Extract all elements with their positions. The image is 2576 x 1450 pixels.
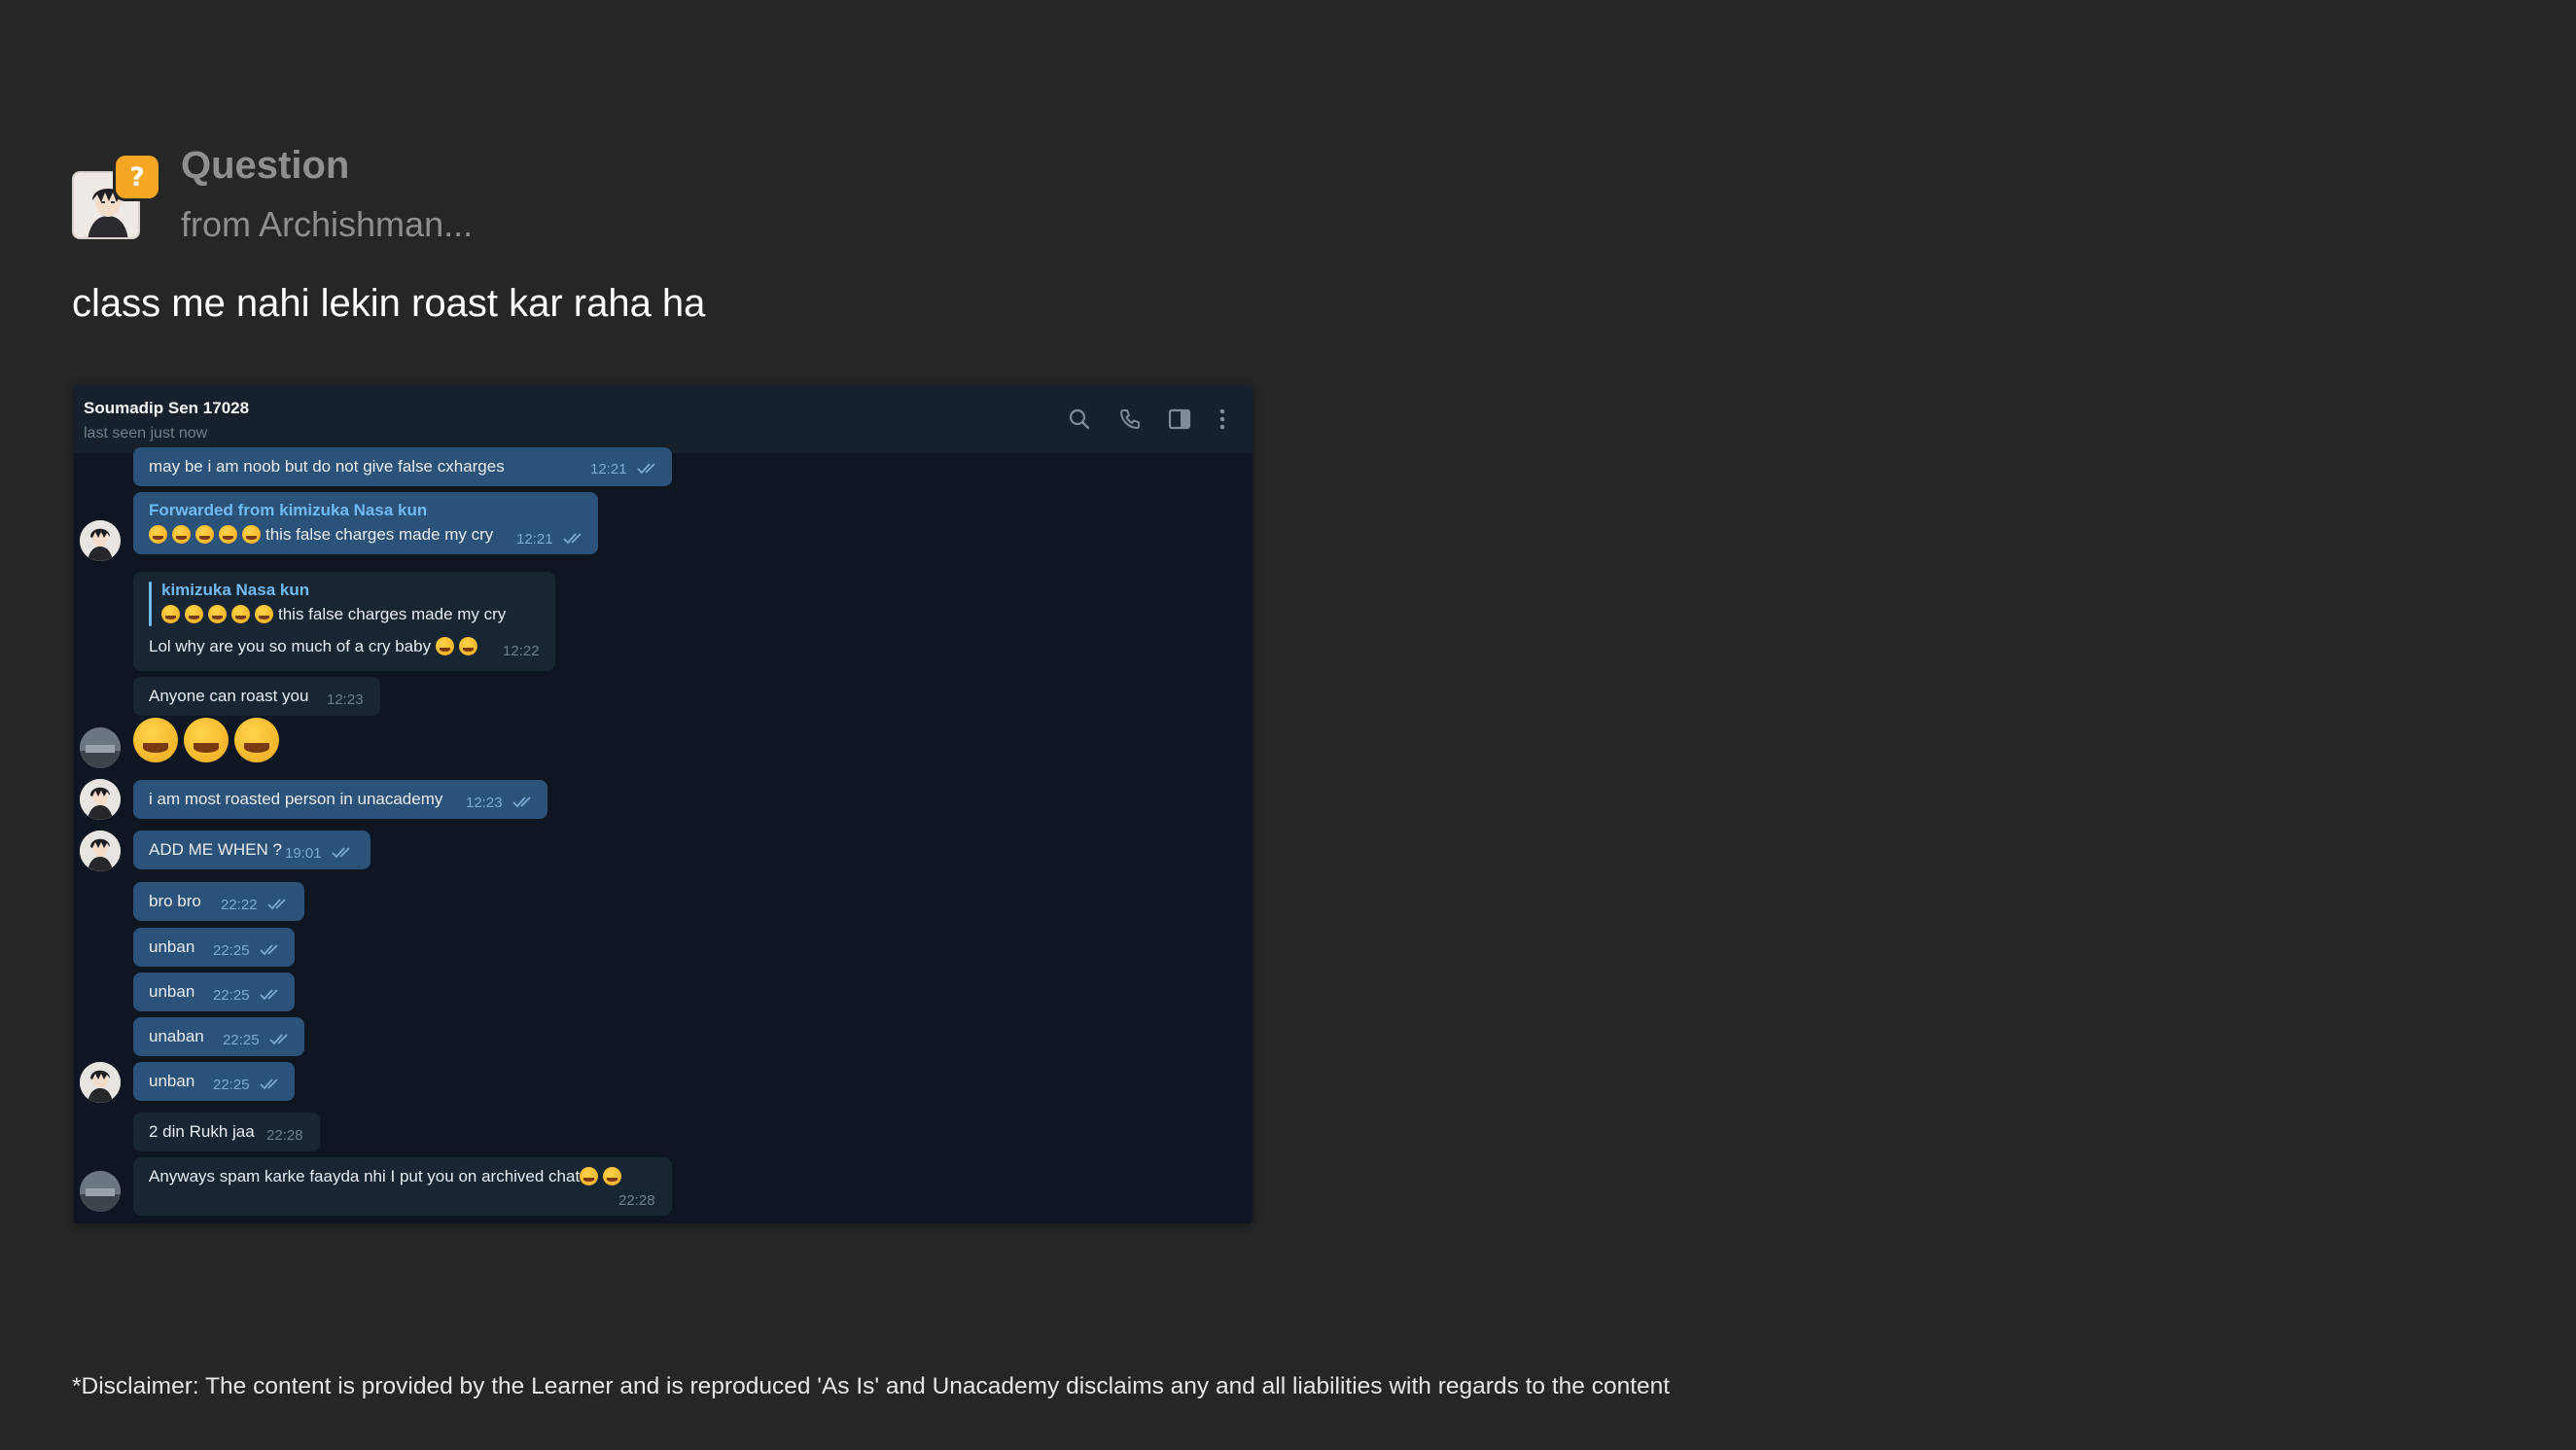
laughing-emoji-icon [184, 718, 229, 762]
sad-face-emoji-icon [161, 605, 180, 623]
chat-screenshot: Soumadip Sen 17028 last seen just now ma… [74, 385, 1253, 1223]
laughing-emoji-icon [603, 1167, 622, 1185]
laughing-emoji-icon [458, 637, 477, 655]
message-text: Anyways spam karke faayda nhi I put you … [149, 1167, 581, 1185]
message-bubble[interactable]: 2 din Rukh jaa 22:28 [133, 1113, 320, 1151]
message-text: unaban [149, 1027, 204, 1045]
search-icon[interactable] [1067, 407, 1092, 432]
sad-face-emoji-icon [149, 525, 167, 544]
message-bubble[interactable]: Anyways spam karke faayda nhi I put you … [133, 1157, 672, 1216]
sad-face-emoji-icon [255, 605, 273, 623]
contact-status: last seen just now [84, 425, 208, 442]
double-check-icon [332, 847, 350, 859]
message-text: unban [149, 1072, 195, 1090]
message-time: 12:22 [503, 643, 540, 659]
message-bubble[interactable]: unban 22:25 [133, 1062, 295, 1101]
double-check-icon [260, 989, 278, 1001]
message-text-row: Anyways spam karke faayda nhi I put you … [149, 1167, 626, 1186]
message-time: 12:21 [516, 531, 553, 548]
message-text: this false charges made my cry [265, 525, 494, 544]
message-bubble[interactable]: ADD ME WHEN ? 19:01 [133, 831, 371, 869]
message-text-row: Lol why are you so much of a cry baby [149, 637, 482, 656]
message-time: 22:25 [213, 1077, 250, 1093]
message-time: 22:25 [223, 1032, 260, 1048]
sad-face-emoji-icon [195, 525, 214, 544]
sad-face-emoji-icon [185, 605, 203, 623]
double-check-icon [267, 899, 286, 910]
message-text: ADD ME WHEN ? [149, 840, 282, 859]
user-avatar[interactable] [80, 727, 121, 768]
sad-face-emoji-icon [208, 605, 227, 623]
more-vertical-icon[interactable] [1210, 407, 1235, 432]
reply-message-bubble[interactable]: kimizuka Nasa kun this false charges mad… [133, 572, 555, 671]
message-time: 12:23 [466, 795, 503, 811]
message-time: 22:22 [221, 897, 258, 913]
emoji-message[interactable] [133, 718, 285, 762]
double-check-icon [269, 1034, 288, 1045]
double-check-icon [563, 533, 582, 545]
sidebar-toggle-icon[interactable] [1167, 407, 1192, 432]
disclaimer-text: *Disclaimer: The content is provided by … [72, 1373, 1671, 1399]
message-time: 22:25 [213, 942, 250, 959]
message-bubble[interactable]: unban 22:25 [133, 928, 295, 967]
user-avatar[interactable] [80, 1171, 121, 1212]
message-text: Lol why are you so much of a cry baby [149, 637, 432, 655]
message-time: 22:25 [213, 987, 250, 1004]
laughing-emoji-icon [580, 1167, 599, 1185]
reply-quote-bar [149, 582, 152, 626]
sad-face-emoji-icon [172, 525, 191, 544]
message-list[interactable]: may be i am noob but do not give false c… [74, 447, 1253, 1223]
question-title: Question [181, 144, 350, 187]
message-text: unban [149, 937, 195, 956]
chat-header: Soumadip Sen 17028 last seen just now [74, 385, 1253, 453]
message-bubble[interactable]: unban 22:25 [133, 973, 295, 1011]
sad-face-emoji-icon [219, 525, 237, 544]
message-bubble[interactable]: may be i am noob but do not give false c… [133, 447, 672, 486]
double-check-icon [637, 463, 655, 475]
user-avatar[interactable] [80, 831, 121, 871]
user-avatar[interactable] [80, 1062, 121, 1103]
message-text: may be i am noob but do not give false c… [149, 457, 505, 476]
sad-face-emoji-icon [231, 605, 250, 623]
double-check-icon [512, 796, 531, 808]
message-bubble[interactable]: Anyone can roast you 12:23 [133, 677, 380, 716]
question-author: from Archishman... [181, 204, 474, 244]
phone-icon[interactable] [1117, 407, 1143, 432]
message-text: 2 din Rukh jaa [149, 1122, 255, 1141]
laughing-emoji-icon [133, 718, 178, 762]
message-time: 22:28 [266, 1127, 303, 1144]
laughing-emoji-icon [435, 637, 454, 655]
question-text: class me nahi lekin roast kar raha ha [72, 282, 706, 325]
message-time: 22:28 [618, 1192, 655, 1209]
user-avatar[interactable] [80, 779, 121, 820]
reply-quote-text: this false charges made my cry [278, 605, 507, 623]
message-time: 19:01 [285, 845, 322, 862]
forwarded-from-label: Forwarded from kimizuka Nasa kun [149, 501, 428, 519]
laughing-emoji-icon [234, 718, 279, 762]
message-time: 12:23 [327, 691, 364, 708]
user-avatar[interactable] [80, 520, 121, 561]
message-text-row: this false charges made my cry [149, 525, 493, 545]
contact-name: Soumadip Sen 17028 [84, 399, 250, 417]
message-text: unban [149, 982, 195, 1001]
reply-author: kimizuka Nasa kun [161, 581, 310, 599]
message-bubble[interactable]: bro bro 22:22 [133, 882, 304, 921]
question-badge: ? [116, 156, 159, 198]
message-time: 12:21 [590, 461, 627, 477]
reply-quote-row: this false charges made my cry [161, 605, 506, 624]
sad-face-emoji-icon [242, 525, 261, 544]
double-check-icon [260, 944, 278, 956]
message-text: bro bro [149, 892, 201, 910]
message-bubble[interactable]: i am most roasted person in unacademy 12… [133, 780, 547, 819]
message-bubble[interactable]: unaban 22:25 [133, 1017, 304, 1056]
double-check-icon [260, 1079, 278, 1090]
message-text: Anyone can roast you [149, 687, 309, 705]
message-text: i am most roasted person in unacademy [149, 790, 443, 808]
forwarded-message-bubble[interactable]: Forwarded from kimizuka Nasa kun this fa… [133, 492, 598, 554]
